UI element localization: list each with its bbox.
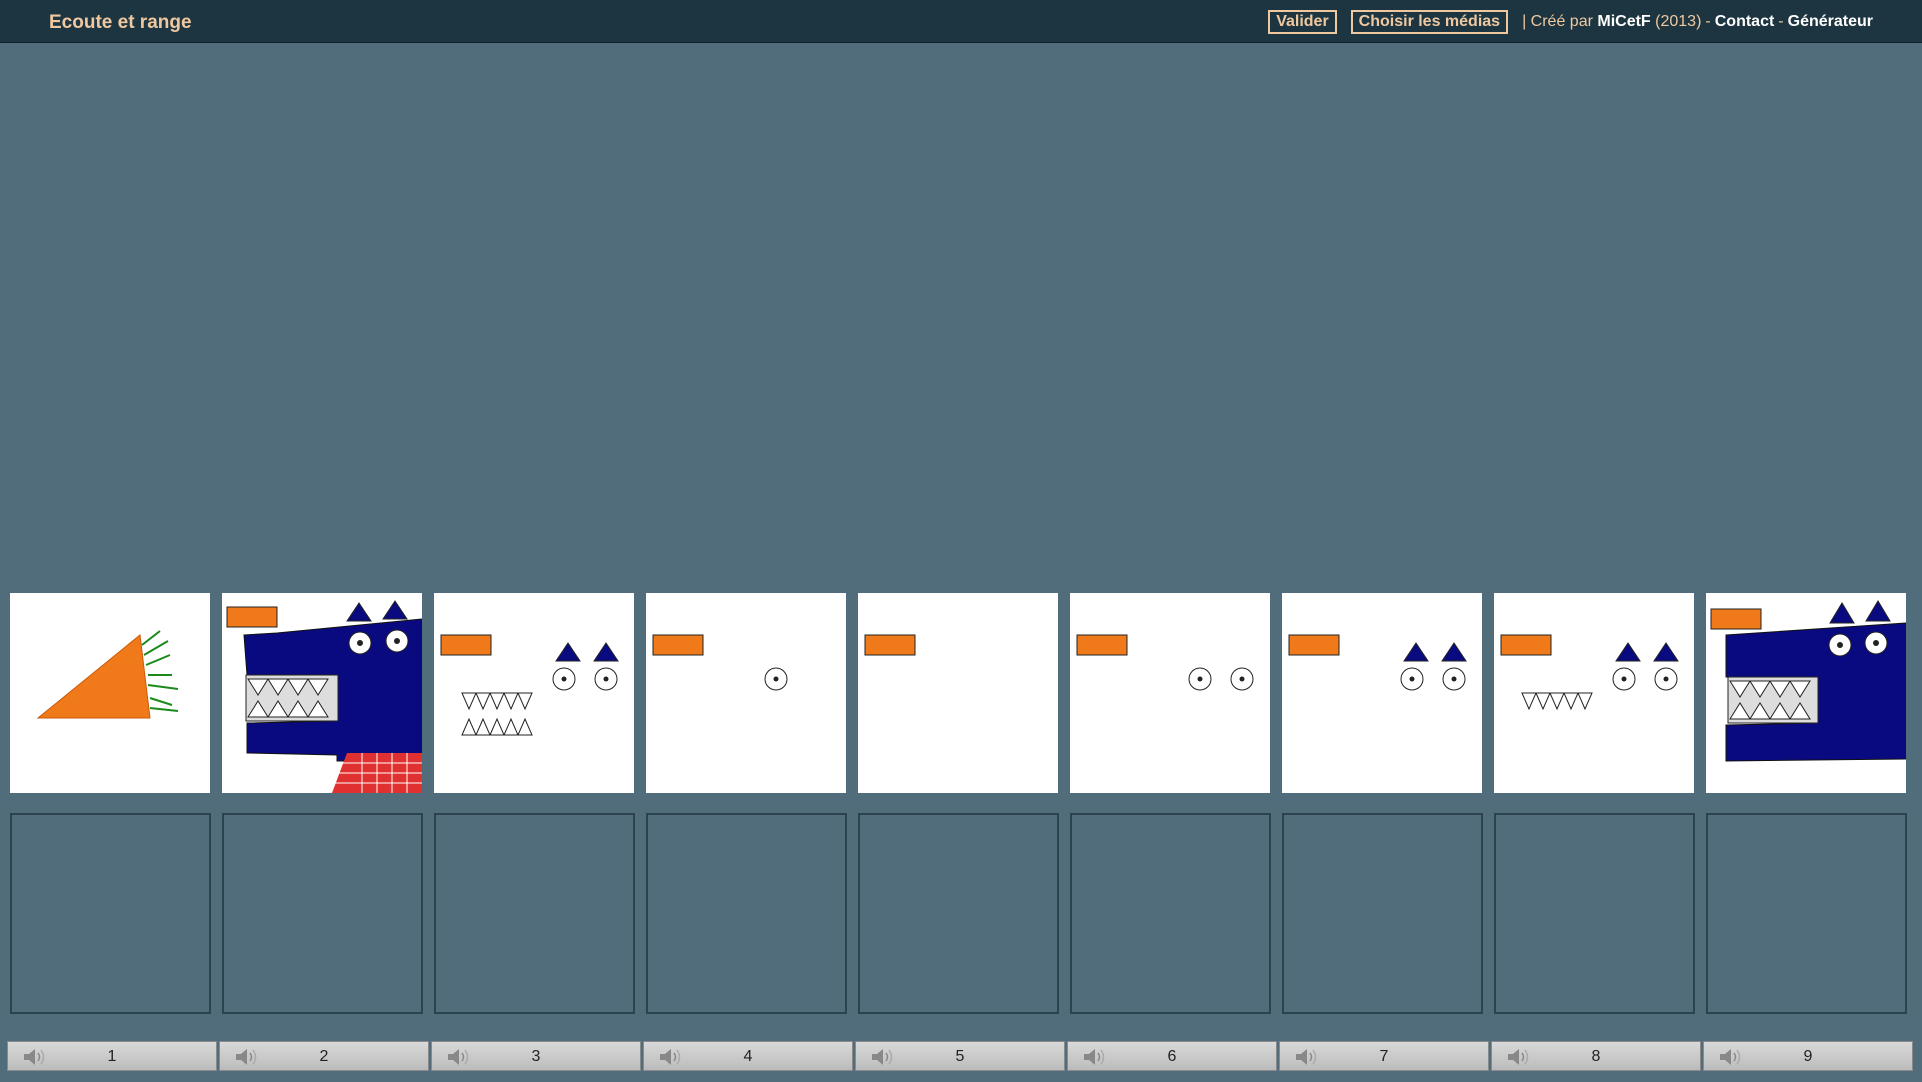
image-card[interactable] (1070, 593, 1270, 793)
sound-player-1[interactable]: 1 (7, 1041, 217, 1071)
image-card[interactable] (434, 593, 634, 793)
wolf-eyes-ears-teeth-image (440, 634, 619, 736)
drop-slot[interactable] (434, 813, 635, 1014)
generator-link[interactable]: Générateur (1788, 13, 1873, 31)
drop-slot[interactable] (1070, 813, 1271, 1014)
image-card[interactable] (222, 593, 422, 793)
sound-player-2[interactable]: 2 (219, 1041, 429, 1071)
sound-bar: 1 2 3 4 5 6 7 8 9 (0, 1034, 1922, 1082)
image-card[interactable] (858, 593, 1058, 793)
wolf-eyes-ears-image (1288, 634, 1467, 691)
drop-slot[interactable] (10, 813, 211, 1014)
drop-slot[interactable] (858, 813, 1059, 1014)
image-cards-row (10, 593, 1910, 793)
carrot-image (36, 630, 179, 719)
wolf-head-image (1710, 600, 1906, 762)
sound-player-3[interactable]: 3 (431, 1041, 641, 1071)
image-card[interactable] (1282, 593, 1482, 793)
created-by-text: | Créé par (1522, 13, 1593, 30)
sound-player-7[interactable]: 7 (1279, 1041, 1489, 1071)
wolf-one-eye-image (652, 634, 788, 691)
choose-media-button[interactable]: Choisir les médias (1350, 10, 1509, 34)
sound-player-6[interactable]: 6 (1067, 1041, 1277, 1071)
header-nav: Valider Choisir les médias | Créé par Mi… (1268, 10, 1873, 34)
sound-number: 5 (955, 1048, 965, 1065)
sound-number: 6 (1167, 1048, 1177, 1065)
sound-number: 1 (107, 1048, 117, 1065)
sound-number: 4 (743, 1048, 753, 1065)
wolf-full-image (226, 600, 422, 793)
contact-link[interactable]: Contact (1715, 13, 1775, 31)
sound-player-4[interactable]: 4 (643, 1041, 853, 1071)
image-card[interactable] (1494, 593, 1694, 793)
author-name: MiCetF (1597, 13, 1651, 30)
app-title: Ecoute et range (49, 12, 192, 33)
year-text: (2013) (1655, 13, 1702, 30)
sound-number: 8 (1591, 1048, 1601, 1065)
drop-slot[interactable] (1494, 813, 1695, 1014)
sound-player-8[interactable]: 8 (1491, 1041, 1701, 1071)
sound-player-9[interactable]: 9 (1703, 1041, 1913, 1071)
sound-number: 9 (1803, 1048, 1813, 1065)
drop-slot[interactable] (646, 813, 847, 1014)
separator: - (1778, 13, 1784, 30)
separator: - (1705, 13, 1711, 30)
wolf-eyes-ears-lower-teeth-image (1500, 634, 1679, 711)
sound-player-5[interactable]: 5 (855, 1041, 1065, 1071)
image-card[interactable] (646, 593, 846, 793)
validate-button[interactable]: Valider (1268, 10, 1337, 34)
top-bar: Ecoute et range Valider Choisir les médi… (0, 0, 1922, 43)
wolf-two-eyes-image (1076, 634, 1254, 691)
drop-slot[interactable] (1282, 813, 1483, 1014)
image-card[interactable] (1706, 593, 1906, 793)
sound-number: 2 (319, 1048, 329, 1065)
sound-number: 3 (531, 1048, 541, 1065)
drop-slots-row (10, 813, 1910, 1014)
image-card[interactable] (10, 593, 210, 793)
wolf-nose-only-image (864, 634, 916, 656)
sound-number: 7 (1379, 1048, 1389, 1065)
drop-slot[interactable] (222, 813, 423, 1014)
drop-slot[interactable] (1706, 813, 1907, 1014)
